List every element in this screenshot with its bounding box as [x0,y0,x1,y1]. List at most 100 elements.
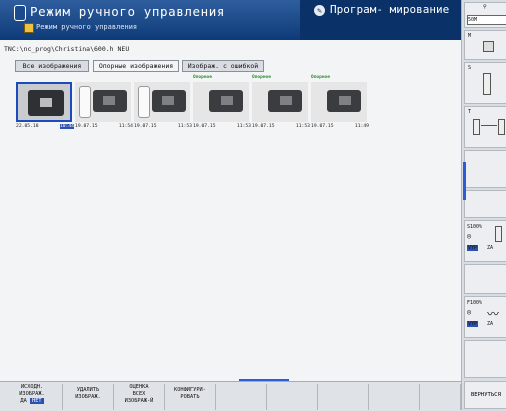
manual-mode-icon [14,5,26,21]
s-function-button[interactable]: S [464,62,506,104]
softkey-empty[interactable] [318,384,369,410]
tab-error-images[interactable]: Изображ. с ошибкой [182,60,264,72]
softkey-option-no: НЕТ [30,398,44,404]
status-box: ⚲ 50M [464,2,506,28]
thumbnail-date: 22.05.18 [16,124,39,129]
mode-title-area: Режим ручного управления Режим ручного у… [14,2,299,38]
softkey-option-yes: ДА [20,398,27,404]
softkey-label: ИЗОБРАЖ. [19,391,45,397]
sidebar-empty-button[interactable] [464,190,506,218]
thumbnail-date: 19.07.15 [252,124,275,129]
thumbnail-label: Опорное [311,75,330,80]
image-thumbnail[interactable]: 19.07.15 11:53 [134,77,192,147]
delete-image-softkey[interactable]: УДАЛИТЬ ИЗОБРАЖ. [63,384,114,410]
tool-icon [498,119,505,135]
feed-override-box[interactable]: F100% ◎ 〰 VYP ZA [464,296,506,338]
sidebar-scrollbar[interactable] [463,162,466,200]
thumbnail-label: Опорное [193,75,212,80]
thumbnail-date: 19.07.15 [75,124,98,129]
softkey-bar: ИСХОДН. ИЗОБРАЖ. ДА НЕТ УДАЛИТЬ ИЗОБРАЖ.… [0,381,461,411]
image-thumbnail[interactable]: Опорное 19.07.15 11:53 [193,75,251,147]
thumbnail-object-detail [40,98,52,107]
evaluate-all-images-softkey[interactable]: ОЦЕНКА ВСЕХ ИЗОБРАЖ-Й [114,384,165,410]
spindle-state-badge: VYP [467,245,479,251]
feed-right-label: ZA [487,321,494,327]
softkey-empty[interactable] [420,384,461,410]
thumbnail-date: 19.07.15 [134,124,157,129]
thumbnail-image[interactable] [75,82,131,122]
image-thumbnail[interactable]: 19.07.15 11:54 [75,77,133,147]
m-label: M [468,33,472,39]
header-bar: Режим ручного управления Режим ручного у… [0,0,461,40]
image-thumbnail[interactable]: Опорное 19.07.15 11:49 [311,75,369,147]
thumbnail-object-detail [103,96,115,105]
softkey-label: ОЦЕНКА [129,384,149,390]
thumbnail-object-detail [339,96,351,105]
override-dial-icon: ◎ [467,232,472,240]
program-mode-area[interactable]: ✎ Програм- мирование [300,0,461,40]
t-function-button[interactable]: T [464,106,506,148]
program-title: Програм- мирование [330,3,450,16]
thumbnail-image[interactable] [252,82,308,122]
info-icon: ⚲ [483,4,487,10]
thumbnail-object-detail [162,96,174,105]
thumbnail-date: 19.07.15 [311,124,334,129]
thumbnail-image[interactable] [311,82,367,122]
tool-arrow-icon [481,125,497,126]
thumbnail-time: 11:53 [177,124,192,129]
m-function-button[interactable]: M [464,30,506,60]
feed-wave-icon: 〰 [487,307,500,321]
spindle-override-box[interactable]: S100% ◎ VYP ZA [464,220,506,262]
thumbnail-time: 10:44 [59,124,74,129]
thumbnail-object-detail [138,86,150,118]
image-tabs: Все изображения Опорные изображения Изоб… [15,60,265,72]
softkey-label: РОВАТЬ [180,394,200,400]
spindle-right-label: ZA [487,245,494,251]
thumbnail-object-detail [79,86,91,118]
thumbnail-time: 11:49 [354,124,369,129]
sidebar-empty-button[interactable] [464,340,506,378]
tool-icon [473,119,480,135]
tab-all-images[interactable]: Все изображения [15,60,89,72]
thumbnail-date: 19.07.15 [193,124,216,129]
thumbnail-time: 11:53 [295,124,310,129]
softkey-empty[interactable] [267,384,318,410]
softkey-empty[interactable] [369,384,420,410]
thumbnail-object-detail [280,96,292,105]
hand-icon [24,23,34,33]
softkey-label: КОНФИГУРИ- [174,387,206,393]
softkey-label: ВСЕХ [132,391,146,397]
program-icon: ✎ [314,5,325,16]
thumbnail-object-detail [221,96,233,105]
thumbnail-image[interactable] [16,82,72,122]
softkey-label: УДАЛИТЬ [76,387,100,393]
memory-indicator: 50M [467,15,506,25]
softkey-label: ИЗОБРАЖ. [75,394,101,400]
configure-softkey[interactable]: КОНФИГУРИ- РОВАТЬ [165,384,216,410]
sidebar-empty-button[interactable] [464,150,506,188]
reference-image-softkey[interactable]: ИСХОДН. ИЗОБРАЖ. ДА НЕТ [2,384,63,410]
thumbnail-time: 11:54 [118,124,133,129]
mode-title: Режим ручного управления [30,4,226,19]
spindle-icon [495,226,502,242]
sidebar-empty-button[interactable] [464,264,506,294]
back-button[interactable]: ВЕРНУТЬСЯ [464,381,506,409]
thumbnail-image[interactable] [134,82,190,122]
tab-reference-images[interactable]: Опорные изображения [93,60,179,72]
main-area: Режим ручного управления Режим ручного у… [0,0,461,381]
feed-state-badge: VYP [467,321,479,327]
s-label: S [468,65,472,71]
image-thumbnail[interactable]: Опорное 19.07.15 11:53 [252,75,310,147]
thumbnail-image[interactable] [193,82,249,122]
m-function-icon [483,41,494,52]
softkey-label: ИЗОБРАЖ-Й [124,398,154,404]
thumbnail-label: Опорное [252,75,271,80]
softkey-empty[interactable] [216,384,267,410]
spindle-icon [483,73,491,95]
softkey-label: ИСХОДН. [20,384,44,390]
feed-override-value: F100% [467,300,483,306]
image-thumbnail[interactable]: 22.05.18 10:44 [16,77,74,147]
spindle-override-value: S100% [467,224,483,230]
thumbnail-time: 11:53 [236,124,251,129]
program-path: TNC:\nc_prog\Christina\600.h NEU [4,45,130,53]
